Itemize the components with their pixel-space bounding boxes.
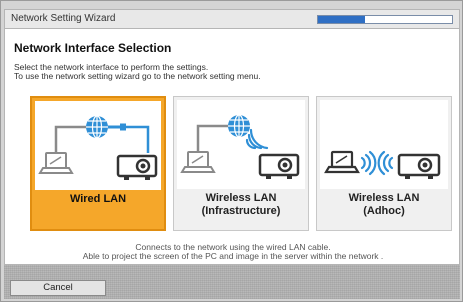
content-panel: Network Interface Selection Select the n… [4, 29, 460, 265]
wired-lan-icon [35, 101, 161, 190]
option-label: Wired LAN [69, 193, 127, 205]
wizard-window: Network Setting Wizard Network Interface… [0, 0, 463, 302]
window-title: Network Setting Wizard [11, 13, 116, 24]
option-label: Wireless LAN (Infrastructure) [201, 192, 281, 217]
wireless-infrastructure-icon [177, 100, 305, 189]
description-line: To use the network setting wizard go to … [14, 71, 261, 81]
cancel-button[interactable]: Cancel [10, 280, 106, 296]
page-title: Network Interface Selection [14, 41, 172, 55]
option-hint: Able to project the screen of the PC and… [82, 251, 384, 261]
wizard-progress-fill [318, 16, 365, 23]
option-wired-lan[interactable]: Wired LAN [30, 96, 166, 231]
title-bar: Network Setting Wizard [4, 9, 460, 29]
option-label: Wireless LAN (Adhoc) [348, 192, 420, 217]
wireless-adhoc-icon [320, 100, 448, 189]
wizard-progress-bar [317, 15, 453, 24]
option-wireless-adhoc[interactable]: Wireless LAN (Adhoc) [316, 96, 452, 231]
option-wireless-infrastructure[interactable]: Wireless LAN (Infrastructure) [173, 96, 309, 231]
button-bar: Cancel [4, 265, 460, 299]
